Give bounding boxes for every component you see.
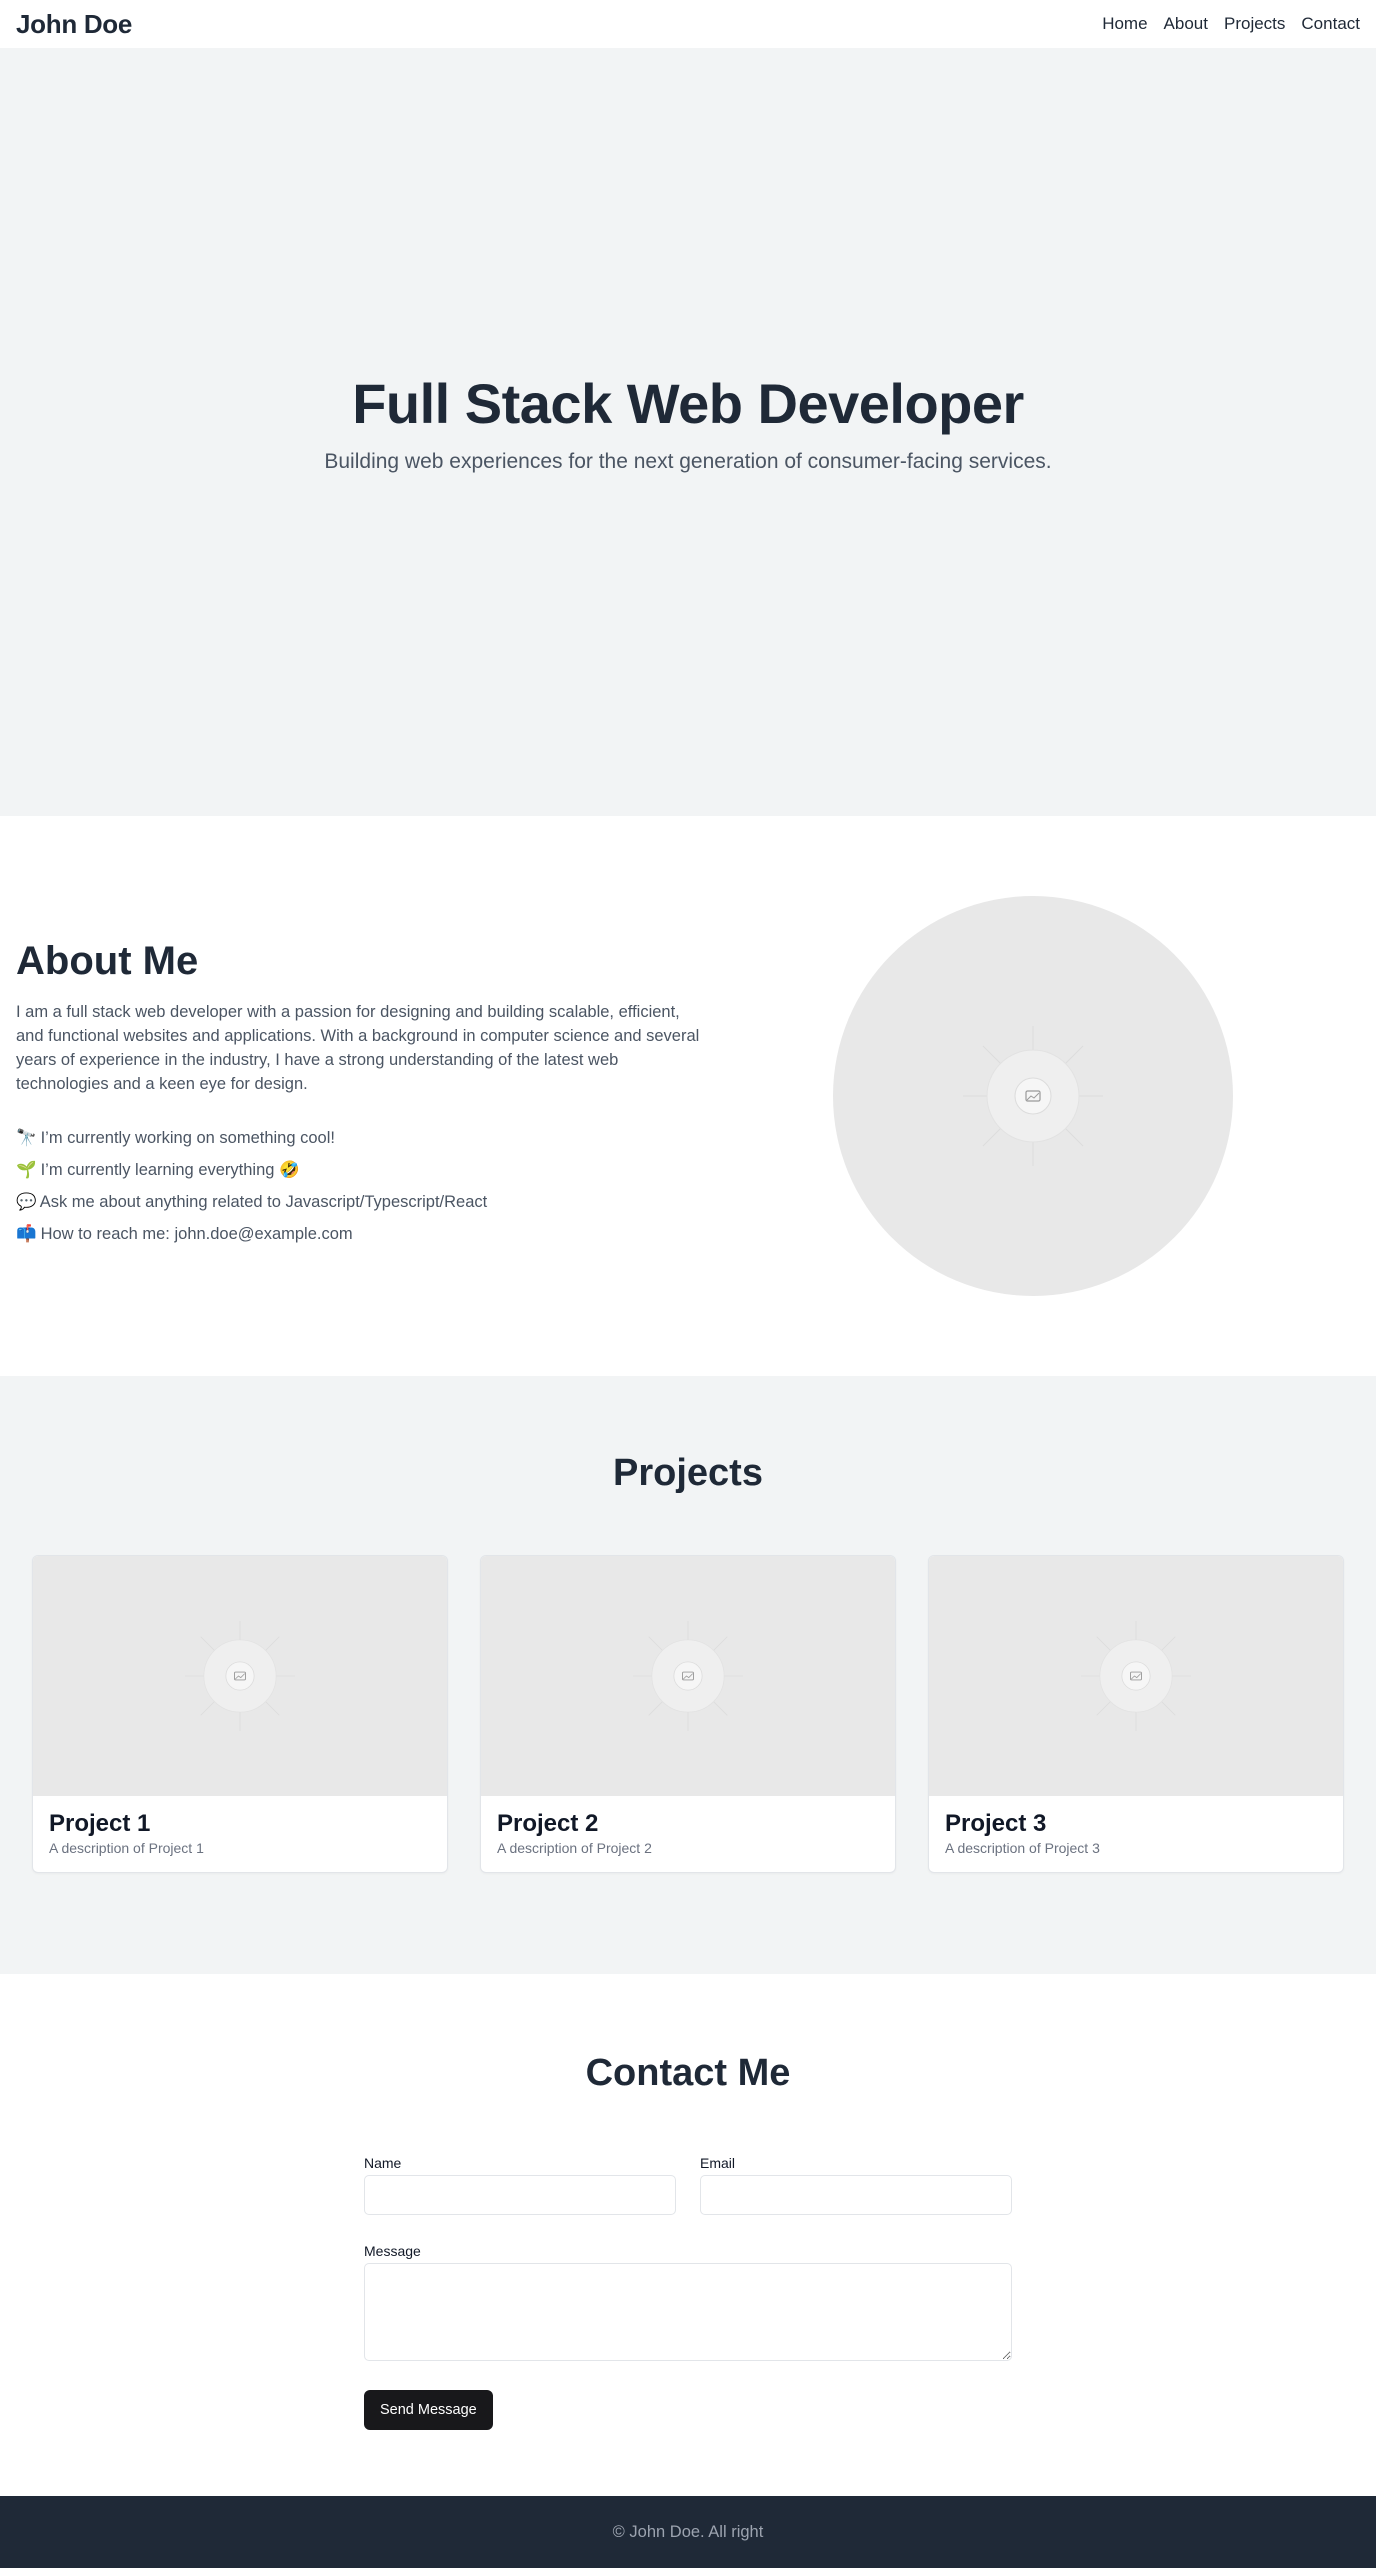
nav-link-projects[interactable]: Projects (1224, 14, 1285, 34)
contact-form: Name Email Message Send Message (364, 2155, 1012, 2430)
project-image-placeholder (481, 1556, 895, 1796)
hero-title: Full Stack Web Developer (352, 371, 1024, 435)
nav-link-contact[interactable]: Contact (1301, 14, 1360, 34)
nav-link-about[interactable]: About (1164, 14, 1208, 34)
hero-subtitle: Building web experiences for the next ge… (324, 449, 1052, 473)
project-description: A description of Project 3 (945, 1840, 1100, 1856)
fact-item: 🌱 I’m currently learning everything 🤣 (16, 1158, 706, 1182)
mailbox-icon: 📫 (16, 1224, 37, 1243)
projects-title: Projects (613, 1452, 763, 1494)
profile-photo-placeholder (833, 896, 1233, 1296)
image-placeholder-icon (185, 1621, 295, 1731)
fact-text: I’m currently learning everything 🤣 (40, 1160, 300, 1179)
message-textarea[interactable] (364, 2263, 1012, 2361)
project-card[interactable]: Project 3 A description of Project 3 (928, 1555, 1344, 1873)
site-footer: © John Doe. All right (0, 2496, 1376, 2568)
contact-form-row: Name Email (364, 2155, 1012, 2215)
seedling-icon: 🌱 (16, 1160, 37, 1179)
name-field-group: Name (364, 2155, 676, 2215)
project-card-body: Project 1 A description of Project 1 (33, 1796, 447, 1870)
footer-copyright: © John Doe. All right (612, 2522, 764, 2541)
hero-section: Full Stack Web Developer Building web ex… (0, 48, 1376, 816)
brand-logo-link[interactable]: John Doe (16, 9, 132, 40)
speech-bubble-icon: 💬 (16, 1192, 37, 1211)
image-placeholder-icon (633, 1621, 743, 1731)
nav-link-home[interactable]: Home (1102, 14, 1147, 34)
project-image-placeholder (929, 1556, 1343, 1796)
email-field-group: Email (700, 2155, 1012, 2215)
project-card-body: Project 2 A description of Project 2 (481, 1796, 895, 1870)
project-card[interactable]: Project 2 A description of Project 2 (480, 1555, 896, 1873)
project-description: A description of Project 1 (49, 1840, 204, 1856)
about-bio: I am a full stack web developer with a p… (16, 1002, 700, 1093)
fact-item: 🔭 I’m currently working on something coo… (16, 1126, 706, 1150)
contact-section: Contact Me Name Email Message Send Messa… (0, 1974, 1376, 2496)
telescope-icon: 🔭 (16, 1128, 37, 1147)
send-message-button[interactable]: Send Message (364, 2390, 493, 2430)
contact-title: Contact Me (585, 2052, 791, 2094)
about-text: About Me I am a full stack web developer… (16, 939, 706, 1254)
fact-item: 📫 How to reach me: john.doe@example.com (16, 1222, 706, 1246)
project-card-body: Project 3 A description of Project 3 (929, 1796, 1343, 1870)
project-title: Project 3 (945, 1810, 1047, 1837)
image-placeholder-icon (963, 1026, 1103, 1166)
about-media (706, 896, 1360, 1296)
site-header: John Doe Home About Projects Contact (0, 0, 1376, 48)
email-label: Email (700, 2155, 736, 2171)
name-label: Name (364, 2155, 402, 2171)
image-placeholder-icon (1081, 1621, 1191, 1731)
fact-text: How to reach me: john.doe@example.com (40, 1224, 353, 1243)
message-field-group: Message (364, 2243, 1012, 2366)
fact-item: 💬 Ask me about anything related to Javas… (16, 1190, 706, 1214)
project-title: Project 1 (49, 1810, 151, 1837)
projects-section: Projects Project 1 A description of Proj… (0, 1376, 1376, 1974)
about-section: About Me I am a full stack web developer… (0, 816, 1376, 1376)
project-image-placeholder (33, 1556, 447, 1796)
about-facts-list: 🔭 I’m currently working on something coo… (16, 1126, 706, 1246)
fact-text: I’m currently working on something cool! (40, 1128, 335, 1147)
project-cards: Project 1 A description of Project 1 Pro… (0, 1555, 1376, 1873)
project-card[interactable]: Project 1 A description of Project 1 (32, 1555, 448, 1873)
fact-text: Ask me about anything related to Javascr… (39, 1192, 488, 1211)
project-description: A description of Project 2 (497, 1840, 652, 1856)
main-nav: Home About Projects Contact (1102, 14, 1360, 34)
about-title: About Me (16, 938, 199, 983)
name-input[interactable] (364, 2175, 676, 2215)
message-label: Message (364, 2243, 421, 2259)
email-input[interactable] (700, 2175, 1012, 2215)
project-title: Project 2 (497, 1810, 599, 1837)
